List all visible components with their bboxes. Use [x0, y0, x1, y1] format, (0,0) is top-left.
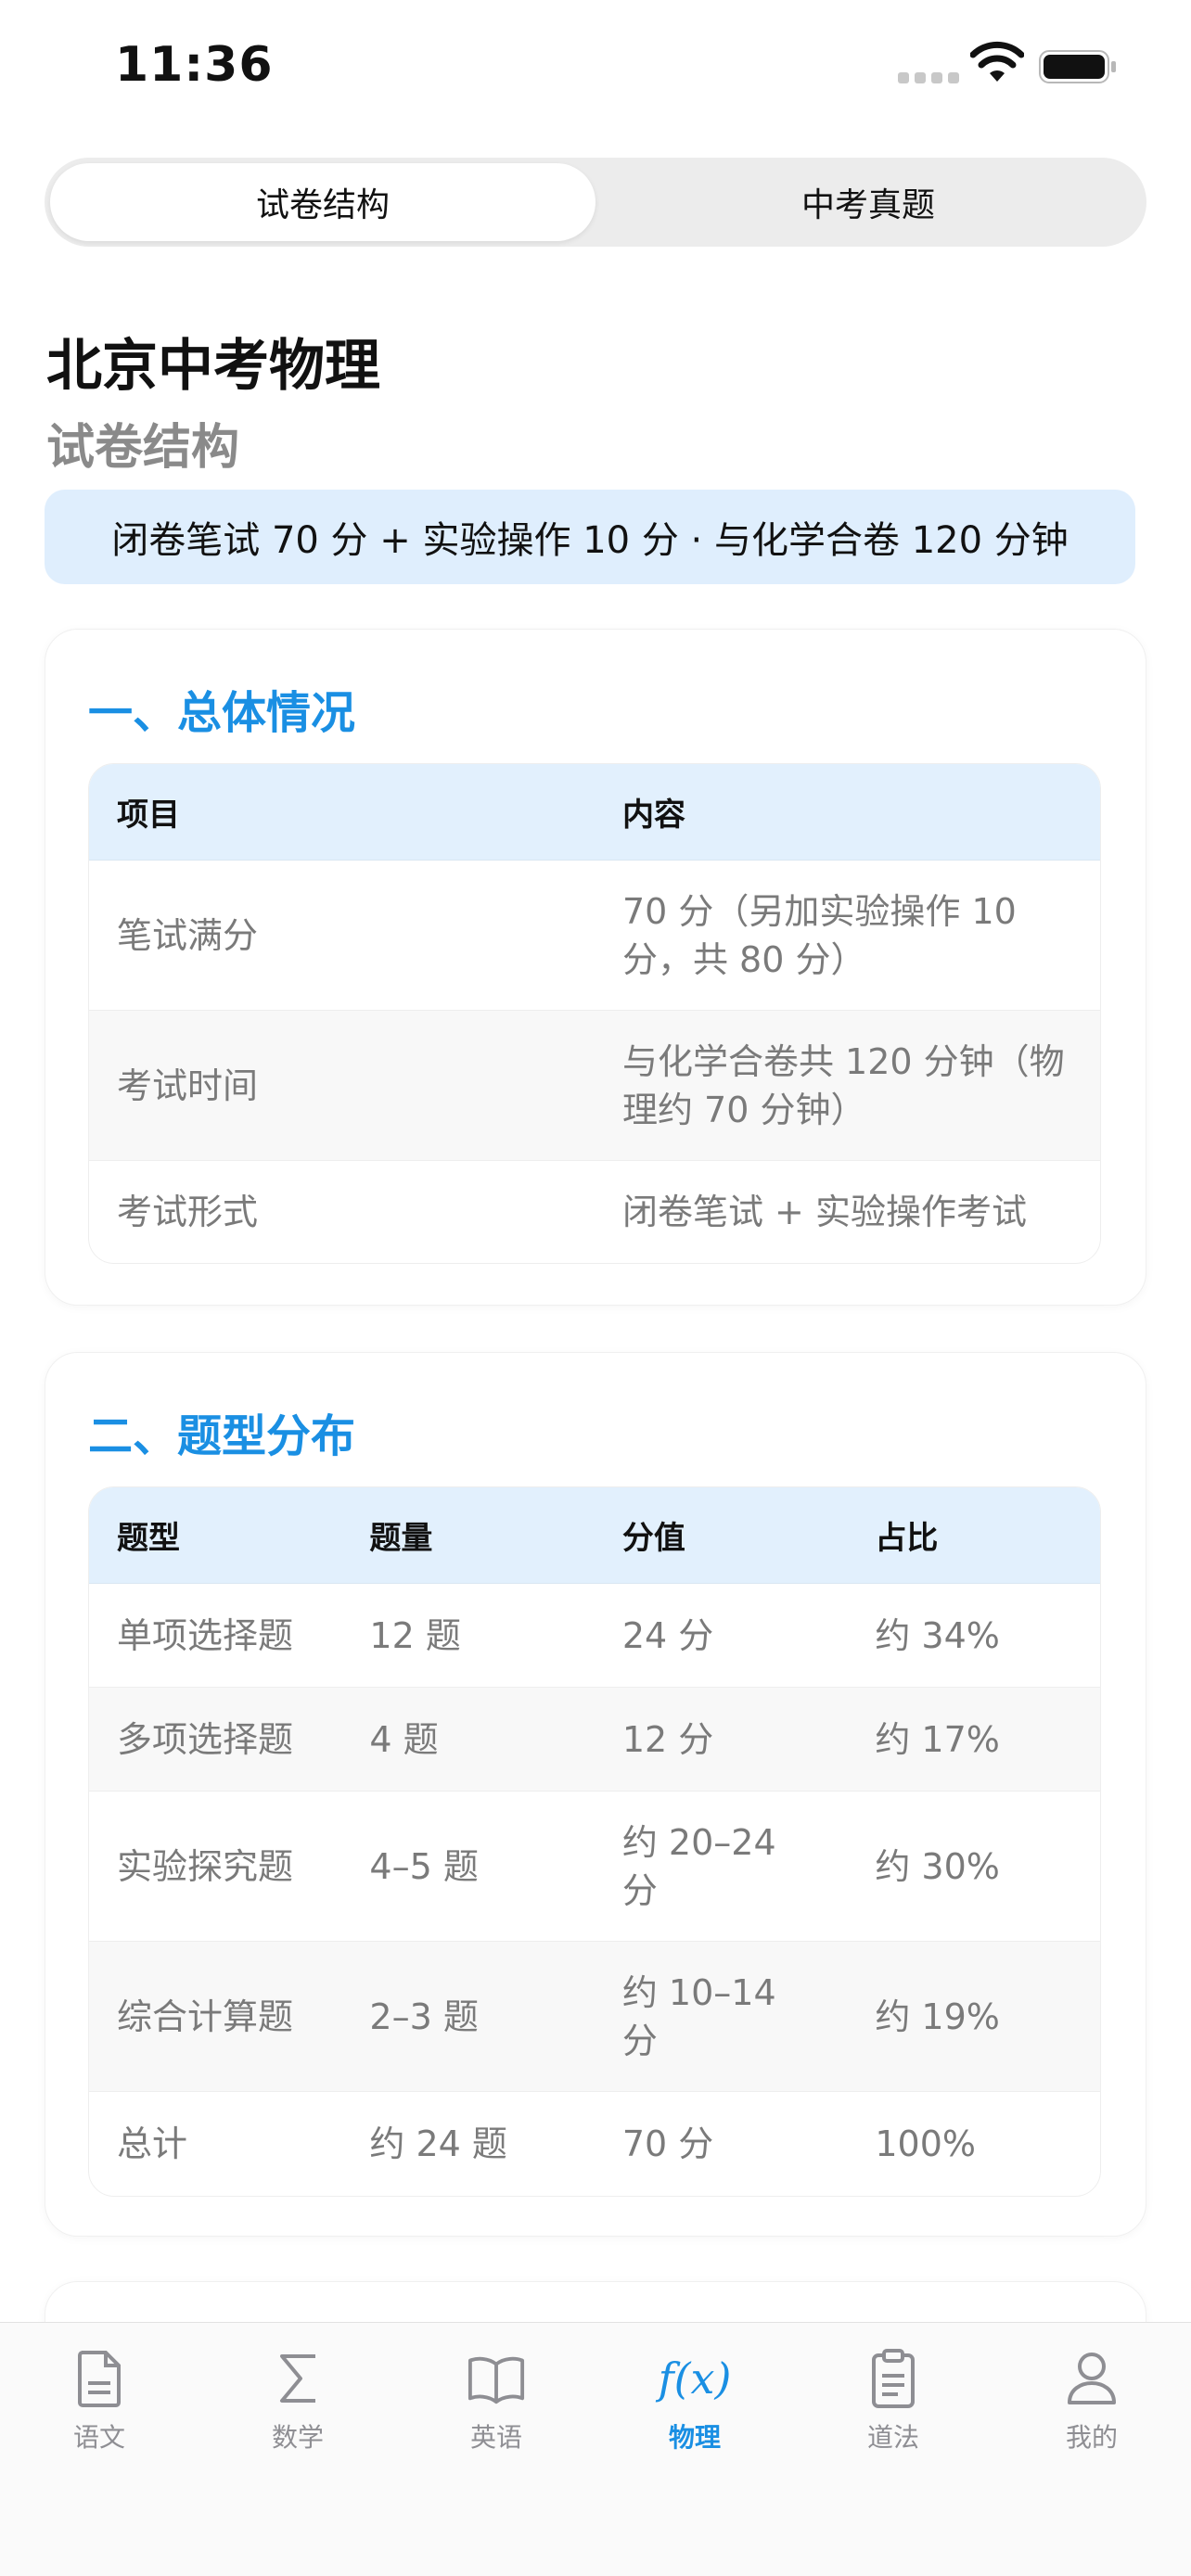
- table-cell: 约 24 题: [369, 2123, 507, 2164]
- wifi-icon: [970, 41, 1024, 82]
- table-cell: 70 分（另加实验操作 10 分，共 80 分）: [594, 861, 1100, 1011]
- tab-bar: 语文 数学 英语 f(x) 物理 道法 我的: [0, 2322, 1191, 2576]
- battery-icon: [1039, 50, 1116, 83]
- table-cell: 24 分: [594, 1584, 848, 1688]
- tab-physics[interactable]: f(x) 物理: [596, 2345, 794, 2484]
- segment-past-papers[interactable]: 中考真题: [596, 163, 1141, 241]
- table-header-row: 题型 题量 分值 占比: [89, 1487, 1100, 1584]
- page-title: 北京中考物理: [46, 334, 380, 399]
- section-title-question-types: 二、题型分布: [88, 1410, 356, 1462]
- table-cell: 约 30%: [847, 1792, 1100, 1942]
- table-cell: 考试时间: [89, 1011, 595, 1161]
- status-bar: 11:36: [0, 0, 1191, 139]
- table-cell: 综合计算题: [89, 1942, 342, 2092]
- app-screen: 11:36 试卷结构 中考真题 北京中考物理 试卷结构 闭卷笔试 70 分 + …: [0, 0, 1191, 2576]
- table-cell: 4 题: [341, 1688, 595, 1792]
- column-header: 项目: [89, 764, 595, 861]
- table-cell: 总计: [117, 2123, 188, 2164]
- function-icon: f(x): [659, 2345, 732, 2412]
- tab-label: 英语: [469, 2422, 522, 2453]
- tab-label: 我的: [1065, 2422, 1118, 2453]
- column-header: 题型: [89, 1487, 342, 1584]
- tab-label: 语文: [72, 2422, 125, 2453]
- table-cell: 约 19%: [847, 1942, 1100, 2092]
- table-row: 综合计算题 2–3 题 约 10–14 分 约 19%: [89, 1942, 1100, 2092]
- person-icon: [1062, 2345, 1121, 2412]
- cellular-signal-icon: [898, 72, 959, 83]
- function-icon-text: f(x): [658, 2353, 732, 2404]
- table-row: 多项选择题 4 题 12 分 约 17%: [89, 1688, 1100, 1792]
- column-header: 分值: [594, 1487, 848, 1584]
- table-row: 笔试满分 70 分（另加实验操作 10 分，共 80 分）: [89, 861, 1100, 1011]
- table-cell: 闭卷笔试 + 实验操作考试: [621, 1192, 1027, 1232]
- table-cell: 100%: [875, 2123, 976, 2164]
- exam-info-banner: 闭卷笔试 70 分 + 实验操作 10 分 · 与化学合卷 120 分钟: [45, 490, 1135, 584]
- table-cell: 2–3 题: [341, 1942, 595, 2092]
- sigma-icon: [268, 2345, 327, 2412]
- column-header: 内容: [594, 764, 1100, 861]
- table-cell: 约 17%: [847, 1688, 1100, 1792]
- tab-chinese[interactable]: 语文: [0, 2345, 198, 2484]
- table-row: 单项选择题 12 题 24 分 约 34%: [89, 1584, 1100, 1688]
- table-cell: 约 20–24 分: [594, 1792, 848, 1942]
- segmented-control: 试卷结构 中考真题: [45, 158, 1146, 247]
- table-cell: 笔试满分: [89, 861, 595, 1011]
- overview-table: 项目 内容 笔试满分 70 分（另加实验操作 10 分，共 80 分） 考试时间…: [88, 763, 1101, 1264]
- question-types-table: 题型 题量 分值 占比 单项选择题 12 题 24 分 约 34% 多项选择题 …: [88, 1486, 1101, 2197]
- tab-label: 数学: [271, 2422, 324, 2453]
- table-cell: 4–5 题: [341, 1792, 595, 1942]
- tab-profile[interactable]: 我的: [992, 2345, 1191, 2484]
- table-cell: 单项选择题: [89, 1584, 342, 1688]
- table-cell: 12 分: [594, 1688, 848, 1792]
- table-header-row: 项目 内容: [89, 764, 1100, 861]
- table-cell: 70 分: [621, 2123, 714, 2164]
- segment-exam-structure[interactable]: 试卷结构: [50, 163, 596, 241]
- overview-card: 一、总体情况 项目 内容 笔试满分 70 分（另加实验操作 10 分，共 80 …: [45, 629, 1146, 1306]
- tab-civics[interactable]: 道法: [794, 2345, 992, 2484]
- table-cell: 考试形式: [117, 1192, 259, 1232]
- column-header: 占比: [847, 1487, 1100, 1584]
- tab-math[interactable]: 数学: [198, 2345, 397, 2484]
- table-cell: 约 10–14 分: [594, 1942, 848, 2092]
- book-icon: [467, 2345, 526, 2412]
- tab-english[interactable]: 英语: [397, 2345, 596, 2484]
- table-cell: 约 34%: [847, 1584, 1100, 1688]
- tab-label: 物理: [668, 2422, 721, 2453]
- column-header: 题量: [341, 1487, 595, 1584]
- question-types-card: 二、题型分布 题型 题量 分值 占比 单项选择题 12 题 24 分 约 34%: [45, 1352, 1146, 2237]
- table-row: 实验探究题 4–5 题 约 20–24 分 约 30%: [89, 1792, 1100, 1942]
- clipboard-icon: [864, 2345, 923, 2412]
- table-cell: 多项选择题: [89, 1688, 342, 1792]
- tab-label: 道法: [866, 2422, 919, 2453]
- table-cell: 12 题: [341, 1584, 595, 1688]
- document-icon: [70, 2345, 129, 2412]
- table-row: 考试时间 与化学合卷共 120 分钟（物理约 70 分钟）: [89, 1011, 1100, 1161]
- table-cell: 实验探究题: [89, 1792, 342, 1942]
- page-subtitle: 试卷结构: [46, 420, 240, 476]
- table-row: 总计 约 24 题 70 分 100%: [89, 2092, 1100, 2196]
- section-title-overview: 一、总体情况: [88, 687, 356, 739]
- status-time: 11:36: [115, 37, 274, 93]
- table-row: 考试形式 闭卷笔试 + 实验操作考试: [89, 1161, 1100, 1263]
- table-cell: 与化学合卷共 120 分钟（物理约 70 分钟）: [594, 1011, 1100, 1161]
